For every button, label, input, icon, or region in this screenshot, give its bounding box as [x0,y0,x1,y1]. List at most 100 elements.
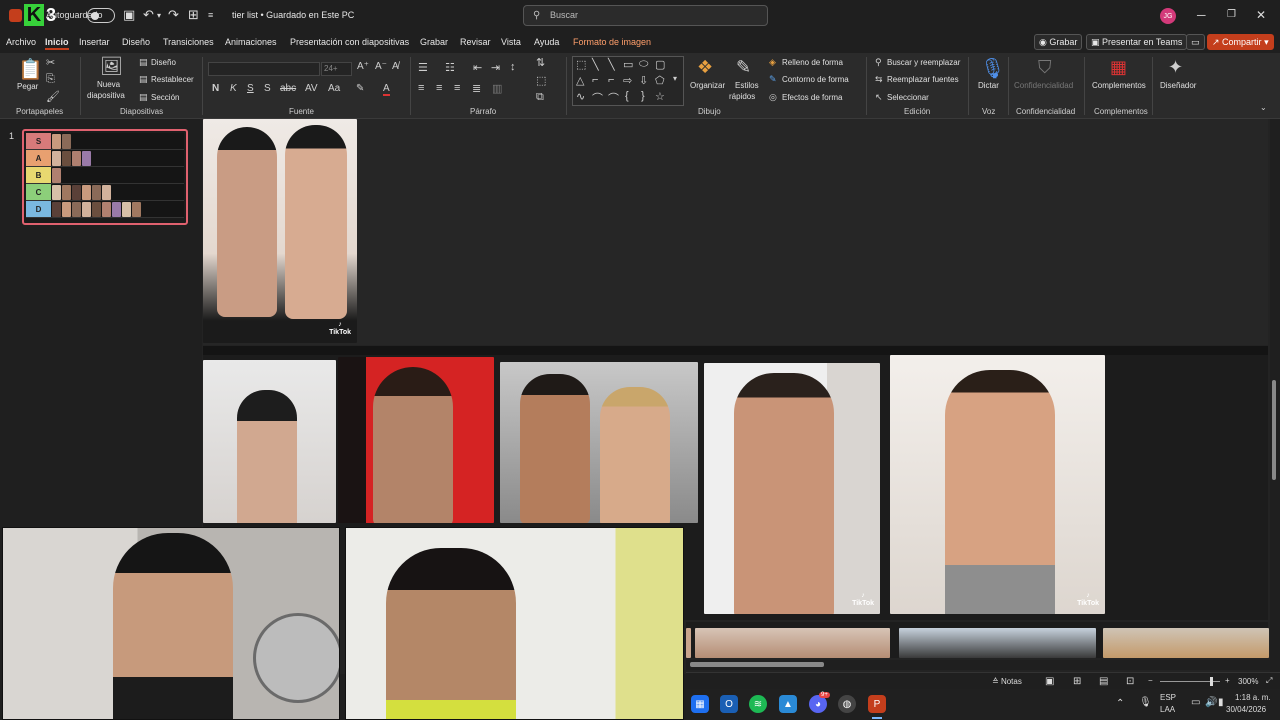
tier-image[interactable] [695,628,890,658]
microphone-tray-icon[interactable]: 🎙 [1139,697,1152,708]
line-spacing-icon[interactable]: ↕ [510,61,516,73]
paste-label[interactable]: Pegar [17,82,38,91]
clear-format-icon[interactable]: A̸ [392,61,399,72]
record-button[interactable]: ◉ Grabar [1034,34,1083,50]
freeform-shape-icon[interactable]: ∿ [576,90,585,103]
present-icon[interactable]: ⊞ [188,7,199,23]
sorter-view-icon[interactable]: ⊞ [1073,676,1081,687]
bullets-icon[interactable]: ☰ [418,61,428,74]
layout-button[interactable]: Diseño [151,58,176,67]
slideshow-view-icon[interactable]: ⊡ [1126,676,1134,687]
vertical-scrollbar-thumb[interactable] [1272,380,1276,480]
spacing-icon[interactable]: AV [305,83,318,94]
font-color-icon[interactable]: A [383,83,390,96]
align-right-icon[interactable]: ≡ [454,82,460,94]
shapes-gallery[interactable]: ⬚ ╲ ╲ ▭ ⬭ ▢ △ ⌐ ⌐ ⇨ ⇩ ⬠ ∿ ⌒ ⌒ { } ☆ ▾ [572,56,684,106]
highlight-icon[interactable]: ✎ [356,83,364,94]
columns-icon[interactable]: ▥ [492,82,502,95]
tier-image[interactable]: ♪ TikTok [203,119,357,343]
line2-shape-icon[interactable]: ╲ [608,58,615,71]
format-painter-icon[interactable]: 🖌 [46,90,60,103]
shape-outline-button[interactable]: Contorno de forma [782,75,849,84]
clock-time[interactable]: 1:18 a. m. [1235,693,1271,702]
increase-indent-icon[interactable]: ⇥ [491,61,500,74]
tab-archivo[interactable]: Archivo [6,37,36,47]
monitor-icon[interactable]: ▭ [1191,697,1200,708]
clock-date[interactable]: 30/04/2026 [1226,705,1266,714]
copy-icon[interactable]: ⎘ [46,73,55,86]
chevron-up-icon[interactable]: ⌃ [1116,698,1124,709]
normal-view-icon[interactable]: ▣ [1045,676,1054,687]
minimize-icon[interactable]: ─ [1197,8,1206,22]
brace-right-shape-icon[interactable]: } [641,90,645,102]
language-code[interactable]: ESP [1160,693,1176,702]
decrease-indent-icon[interactable]: ⇤ [473,61,482,74]
align-center-icon[interactable]: ≡ [436,82,442,94]
undo-dropdown-icon[interactable]: ▾ [157,11,161,20]
fit-slide-icon[interactable]: ⤢ [1266,676,1272,686]
quick-styles-label-2[interactable]: rápidos [729,92,755,101]
tier-image[interactable]: ♪ TikTok [704,363,880,614]
select-button[interactable]: Seleccionar [887,93,929,102]
bold-icon[interactable]: N [212,83,219,94]
horizontal-scrollbar-thumb[interactable] [690,662,824,667]
quick-styles-icon[interactable]: ✎ [736,57,751,78]
tier-image[interactable]: ♪ TikTok [890,355,1105,614]
microphone-icon[interactable]: 🎙 [980,56,1005,81]
zoom-level[interactable]: 300% [1238,677,1258,686]
notes-button[interactable]: ≙ Notas [992,677,1022,686]
quick-styles-label[interactable]: Estilos [735,81,759,90]
tab-animaciones[interactable]: Animaciones [225,37,277,47]
search-box[interactable]: ⚲ Buscar [523,5,768,26]
slide-thumbnail[interactable]: SABCD [22,129,188,225]
shape-effects-button[interactable]: Efectos de forma [782,93,842,102]
addins-icon[interactable]: ▦ [1110,57,1127,78]
sensitivity-button[interactable]: Confidencialidad [1014,81,1073,90]
new-slide-label[interactable]: Nueva [97,80,120,89]
font-size-select[interactable]: 24+ [321,62,352,76]
zoom-slider-thumb[interactable] [1210,677,1213,686]
tier-image[interactable] [500,362,698,523]
zoom-in-icon[interactable]: + [1225,676,1230,685]
photos-icon[interactable]: ▲ [779,695,797,713]
document-title[interactable]: tier list • Guardado en Este PC [232,10,354,20]
elbow-shape-icon[interactable]: ⌐ [608,74,614,86]
line-shape-icon[interactable]: ╲ [592,58,599,71]
font-family-select[interactable] [208,62,320,76]
pentagon-shape-icon[interactable]: ⬠ [655,74,665,87]
autosave-toggle[interactable] [87,8,115,23]
shape-fill-button[interactable]: Relleno de forma [782,58,843,67]
tier-image[interactable] [338,357,494,523]
brace-left-shape-icon[interactable]: { [625,90,629,102]
find-replace-button[interactable]: Buscar y reemplazar [887,58,960,67]
share-button[interactable]: ↗ Compartir ▾ [1207,34,1274,50]
shadow-icon[interactable]: S [264,83,271,94]
oval-shape-icon[interactable]: ⬭ [639,58,648,71]
arrow-down-shape-icon[interactable]: ⇩ [639,74,648,87]
tab-diseno[interactable]: Diseño [122,37,150,47]
tab-insertar[interactable]: Insertar [79,37,110,47]
tier-image[interactable] [686,628,691,658]
text-direction-icon[interactable]: ⇅ [536,56,545,69]
star-shape-icon[interactable]: ☆ [655,90,665,103]
tab-vista[interactable]: Vista [501,37,521,47]
close-icon[interactable]: ✕ [1256,8,1266,22]
designer-button[interactable]: Diseñador [1160,81,1196,90]
avatar[interactable]: JG [1160,8,1176,24]
justify-icon[interactable]: ≣ [472,82,481,95]
tab-formato-imagen[interactable]: Formato de imagen [573,37,651,47]
textbox-shape-icon[interactable]: ⬚ [576,58,586,71]
tab-transiciones[interactable]: Transiciones [163,37,214,47]
undo-icon[interactable]: ↶ [143,7,154,23]
chrome-icon[interactable]: ◍ [838,695,856,713]
save-icon[interactable]: ▣ [123,7,135,23]
designer-icon[interactable]: ✦ [1168,57,1183,78]
connector-shape-icon[interactable]: ⌐ [592,74,598,86]
redo-icon[interactable]: ↷ [168,7,179,23]
new-slide-label-2[interactable]: diapositiva [87,91,125,100]
curve-shape-icon[interactable]: ⌒ [608,90,619,106]
customize-toolbar-icon[interactable]: ≡ [208,10,213,20]
strikethrough-icon[interactable]: abc [280,83,296,94]
section-button[interactable]: Sección [151,93,179,102]
tier-image[interactable] [1103,628,1269,658]
